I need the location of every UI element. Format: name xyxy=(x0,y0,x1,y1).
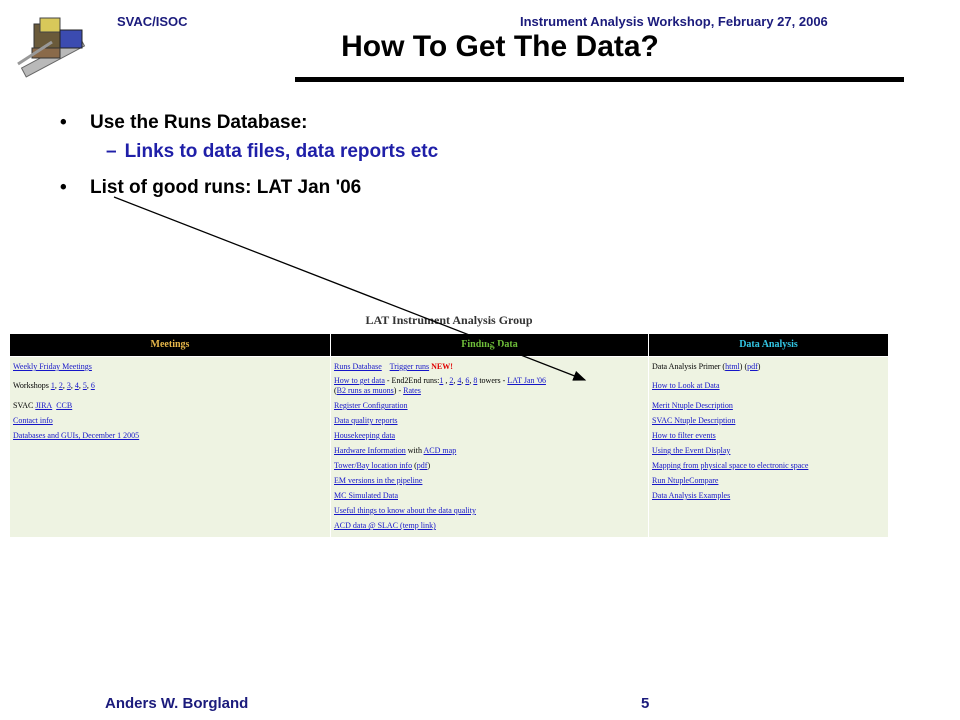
event-display-link[interactable]: Using the Event Display xyxy=(652,446,730,455)
title-underline xyxy=(295,77,904,82)
bullet-good-runs: List of good runs: LAT Jan '06 xyxy=(90,177,362,198)
bullet-runs-database: Use the Runs Database: xyxy=(90,112,308,133)
bullet-marker: • xyxy=(60,112,67,133)
paren-close: ) xyxy=(427,461,431,470)
mc-simulated-link[interactable]: MC Simulated Data xyxy=(334,491,398,500)
primer-sep: ) ( xyxy=(739,362,748,371)
svac-label: SVAC xyxy=(13,401,36,410)
data-analysis-header: Data Analysis xyxy=(649,334,888,356)
hardware-info-link[interactable]: Hardware Information xyxy=(334,446,406,455)
run-1-link[interactable]: 1 xyxy=(439,376,443,385)
how-to-get-data-link[interactable]: How to get data xyxy=(334,376,385,385)
dash-marker: – xyxy=(106,141,117,162)
rates-link[interactable]: Rates xyxy=(403,386,421,395)
e2e-label: - End2End runs: xyxy=(384,376,440,385)
footer-author: Anders W. Borgland xyxy=(105,695,249,712)
filter-events-link[interactable]: How to filter events xyxy=(652,431,716,440)
workshop-2-link[interactable]: 2 xyxy=(59,381,63,390)
jira-link[interactable]: JIRA xyxy=(35,401,52,410)
tower-bay-link[interactable]: Tower/Bay location info xyxy=(334,461,412,470)
finding-data-column: Runs Database Trigger runs NEW! How to g… xyxy=(331,357,648,537)
em-versions-link[interactable]: EM versions in the pipeline xyxy=(334,476,422,485)
meetings-column: Weekly Friday Meetings Workshops 1, 2, 3… xyxy=(10,357,330,537)
trigger-runs-link[interactable]: Trigger runs xyxy=(390,362,429,371)
sub-bullet-text: Links to data files, data reports etc xyxy=(124,141,439,162)
page-number: 5 xyxy=(641,695,650,712)
primer-html-link[interactable]: html xyxy=(725,362,740,371)
databases-guis-link[interactable]: Databases and GUIs, December 1 2005 xyxy=(13,431,139,440)
acd-map-link[interactable]: ACD map xyxy=(424,446,457,455)
run-2-link[interactable]: 2 xyxy=(449,376,453,385)
workshop-3-link[interactable]: 3 xyxy=(67,381,71,390)
meetings-header: Meetings xyxy=(10,334,330,356)
workshops-label: Workshops xyxy=(13,381,51,390)
ntuple-compare-link[interactable]: Run NtupleCompare xyxy=(652,476,718,485)
mapping-link[interactable]: Mapping from physical space to electroni… xyxy=(652,461,808,470)
towers-label: towers - xyxy=(477,376,508,385)
dq-reports-link[interactable]: Data quality reports xyxy=(334,416,398,425)
finding-data-header: Finding Data xyxy=(331,334,648,356)
workshop-1-link[interactable]: 1 xyxy=(51,381,55,390)
primer-label: Data Analysis Primer ( xyxy=(652,362,726,371)
workshop-4-link[interactable]: 4 xyxy=(75,381,79,390)
analysis-examples-link[interactable]: Data Analysis Examples xyxy=(652,491,730,500)
svac-ntuple-link[interactable]: SVAC Ntuple Description xyxy=(652,416,735,425)
tower-bay-pdf-link[interactable]: pdf xyxy=(417,461,428,470)
workshop-5-link[interactable]: 5 xyxy=(83,381,87,390)
weekly-meetings-link[interactable]: Weekly Friday Meetings xyxy=(13,362,92,371)
b2-mid: ) - xyxy=(393,386,404,395)
lat-jan-06-link[interactable]: LAT Jan '06 xyxy=(507,376,546,385)
primer-pdf-link[interactable]: pdf xyxy=(747,362,758,371)
header-org: SVAC/ISOC xyxy=(117,14,188,29)
slide-title: How To Get The Data? xyxy=(341,30,659,63)
workshop-6-link[interactable]: 6 xyxy=(91,381,95,390)
run-6-link[interactable]: 6 xyxy=(465,376,469,385)
data-analysis-column: Data Analysis Primer (html) (pdf) How to… xyxy=(649,357,888,537)
run-4-link[interactable]: 4 xyxy=(457,376,461,385)
merit-ntuple-link[interactable]: Merit Ntuple Description xyxy=(652,401,733,410)
acd-data-slac-link[interactable]: ACD data @ SLAC (temp link) xyxy=(334,521,436,530)
sub-bullet-links: – Links to data files, data reports etc xyxy=(106,141,438,163)
with-label: with xyxy=(405,446,424,455)
useful-things-link[interactable]: Useful things to know about the data qua… xyxy=(334,506,476,515)
contact-info-link[interactable]: Contact info xyxy=(13,416,53,425)
webpage-title: LAT Instrument Analysis Group xyxy=(365,313,533,327)
embedded-webpage: LAT Instrument Analysis Group Meetings F… xyxy=(10,309,888,537)
primer-end: ) xyxy=(757,362,761,371)
header-event: Instrument Analysis Workshop, February 2… xyxy=(520,14,828,29)
how-to-look-link[interactable]: How to Look at Data xyxy=(652,381,720,390)
b2-runs-link[interactable]: B2 runs as muons xyxy=(337,386,394,395)
runs-database-link[interactable]: Runs Database xyxy=(334,362,382,371)
housekeeping-link[interactable]: Housekeeping data xyxy=(334,431,395,440)
new-badge: NEW! xyxy=(431,362,453,371)
ccb-link[interactable]: CCB xyxy=(56,401,72,410)
register-config-link[interactable]: Register Configuration xyxy=(334,401,408,410)
bullet-marker: • xyxy=(60,177,67,198)
